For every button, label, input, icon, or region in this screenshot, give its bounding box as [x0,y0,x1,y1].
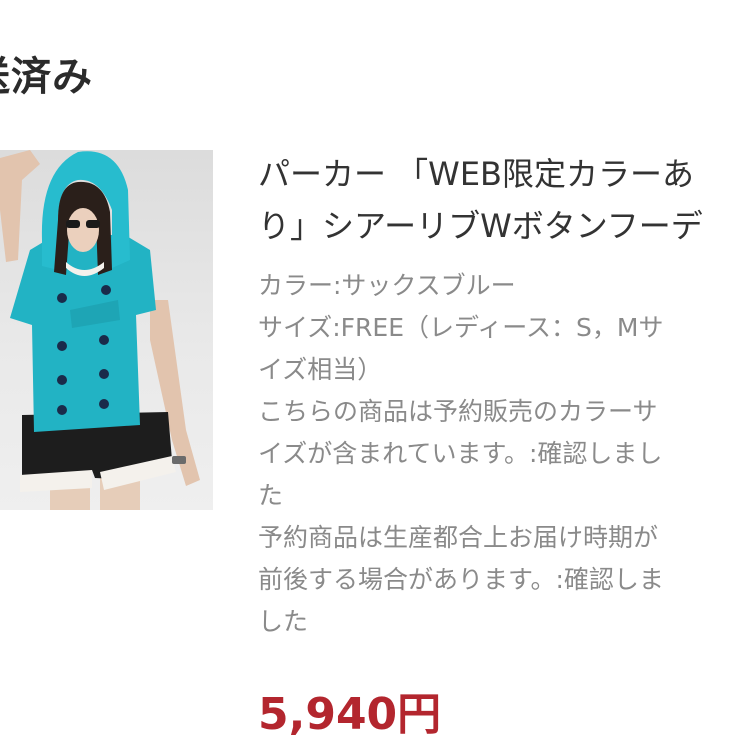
button-dot [57,375,67,385]
product-price: 5,940円 [258,689,442,740]
button-dot [57,293,67,303]
detail-size: サイズ:FREE（レディース：S，Mサ [258,313,664,342]
detail-delivery-note: 予約商品は生産都合上お届け時期が [258,523,659,552]
detail-delivery-note: した [258,607,309,636]
order-status-heading: 送済み [0,54,93,100]
sunglasses-right [86,220,100,228]
detail-size-cont: イズ相当） [258,355,383,384]
detail-preorder-note: イズが含まれています。:確認しまし [258,439,663,468]
product-photo-illustration [0,150,200,510]
detail-preorder-note: こちらの商品は予約販売のカラーサ [258,397,658,426]
product-details: カラー:サックスブルー サイズ:FREE（レディース：S，Mサ イズ相当） こち… [258,265,755,643]
detail-delivery-note: 前後する場合があります。:確認しま [258,565,664,594]
order-item-page: 送済み [0,0,755,755]
bracelet [172,456,186,464]
button-dot [57,341,67,351]
product-image[interactable] [0,150,213,510]
button-dot [57,405,67,415]
product-title[interactable]: パーカー 「WEB限定カラーあ り」シアーリブWボタンフーデ [258,148,755,252]
hoodie-body [10,235,156,432]
button-dot [99,399,109,409]
button-dot [99,335,109,345]
product-title-line: り」シアーリブWボタンフーデ [258,207,703,245]
product-title-line: パーカー 「WEB限定カラーあ [258,155,694,193]
sunglasses-left [66,220,80,228]
detail-preorder-note: た [258,481,284,510]
detail-color: カラー:サックスブルー [258,271,516,300]
button-dot [99,369,109,379]
button-dot [101,285,111,295]
model-arm-left [0,150,40,262]
model-face [67,208,99,252]
